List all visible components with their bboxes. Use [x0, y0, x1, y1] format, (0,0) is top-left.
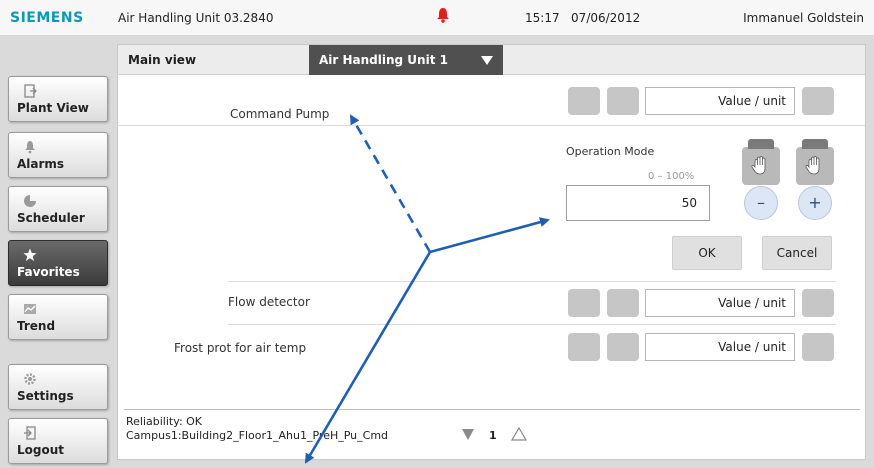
clock-icon [24, 195, 36, 207]
ok-button[interactable]: OK [672, 236, 742, 270]
operation-mode-range: 0 – 100% [648, 171, 695, 182]
brand-logo: SIEMENS [10, 10, 84, 26]
operation-mode-title: Operation Mode [566, 145, 655, 158]
sidebar-item-trend[interactable]: Trend [8, 294, 108, 340]
sidebar-item-favorites[interactable]: Favorites [8, 240, 108, 286]
datapoint-path: Campus1:Building2_Floor1_Ahu1_PreH_Pu_Cm… [126, 429, 389, 442]
logout-icon [24, 426, 36, 440]
increment-button[interactable]: + [798, 186, 832, 220]
dropdown-value: Air Handling Unit 1 [319, 53, 448, 67]
plant-view-icon [24, 84, 37, 98]
hand-icon [805, 156, 820, 175]
decrement-button[interactable]: – [744, 186, 778, 220]
star-icon [23, 248, 37, 261]
sidebar-item-plant-view[interactable]: Plant View [8, 76, 108, 122]
divider [228, 281, 836, 282]
command-pump-status-a[interactable] [568, 87, 600, 115]
flow-detector-status-b[interactable] [607, 289, 639, 317]
sidebar-item-label: Logout [17, 443, 65, 457]
auto-release-button[interactable] [796, 139, 834, 185]
unit-select-dropdown[interactable]: Air Handling Unit 1 [309, 45, 503, 75]
flow-detector-value-field[interactable]: Value / unit [645, 289, 795, 317]
footer-divider [124, 409, 860, 410]
page-up-icon[interactable] [511, 427, 527, 441]
gear-icon [24, 373, 36, 385]
manual-override-button[interactable] [742, 139, 780, 185]
sidebar-item-settings[interactable]: Settings [8, 364, 108, 410]
command-pump-status-b[interactable] [607, 87, 639, 115]
frost-prot-status-b[interactable] [607, 333, 639, 361]
command-pump-action[interactable] [802, 87, 834, 115]
page-number: 1 [489, 429, 497, 442]
hand-button-tab [802, 139, 828, 149]
frost-prot-status-a[interactable] [568, 333, 600, 361]
sidebar-item-alarms[interactable]: Alarms [8, 132, 108, 178]
chevron-down-icon [481, 56, 493, 65]
sidebar-item-logout[interactable]: Logout [8, 418, 108, 464]
frost-prot-action[interactable] [802, 333, 834, 361]
sidebar-item-label: Alarms [17, 157, 65, 171]
sidebar-item-label: Settings [17, 389, 74, 403]
main-panel: Main view Air Handling Unit 1 Command Pu… [117, 44, 866, 460]
command-pump-value-field[interactable]: Value / unit [645, 87, 795, 115]
frost-prot-value-field[interactable]: Value / unit [645, 333, 795, 361]
operation-mode-input[interactable]: 50 [566, 185, 710, 221]
sidebar-item-scheduler[interactable]: Scheduler [8, 186, 108, 232]
sidebar-item-label: Favorites [17, 265, 80, 279]
flow-detector-action[interactable] [802, 289, 834, 317]
sidebar-item-label: Plant View [17, 101, 89, 115]
row-label-frost-prot: Frost prot for air temp [174, 341, 307, 355]
date: 07/06/2012 [571, 11, 641, 25]
top-bar: SIEMENS Air Handling Unit 03.2840 15:17 … [0, 0, 874, 36]
hand-icon [751, 156, 766, 175]
page-down-icon[interactable] [462, 429, 474, 440]
sidebar-item-label: Scheduler [17, 211, 85, 225]
sidebar-item-label: Trend [17, 319, 56, 333]
flow-detector-status-a[interactable] [568, 289, 600, 317]
hand-button-tab [748, 139, 774, 149]
tab-main-view[interactable]: Main view [128, 53, 196, 67]
trend-icon [24, 304, 36, 314]
divider [118, 125, 865, 126]
bell-icon [25, 141, 35, 154]
user-name[interactable]: Immanuel Goldstein [743, 11, 864, 25]
row-label-flow-detector: Flow detector [228, 295, 310, 309]
divider [228, 324, 836, 325]
reliability-status: Reliability: OK [126, 415, 203, 428]
cancel-button[interactable]: Cancel [762, 236, 832, 270]
clock: 15:17 07/06/2012 [525, 11, 640, 25]
time: 15:17 [525, 11, 560, 25]
row-label-command-pump: Command Pump [230, 107, 330, 121]
alarm-bell-icon[interactable] [436, 7, 450, 23]
unit-title: Air Handling Unit 03.2840 [118, 11, 274, 25]
tab-bar: Main view Air Handling Unit 1 [118, 45, 865, 75]
